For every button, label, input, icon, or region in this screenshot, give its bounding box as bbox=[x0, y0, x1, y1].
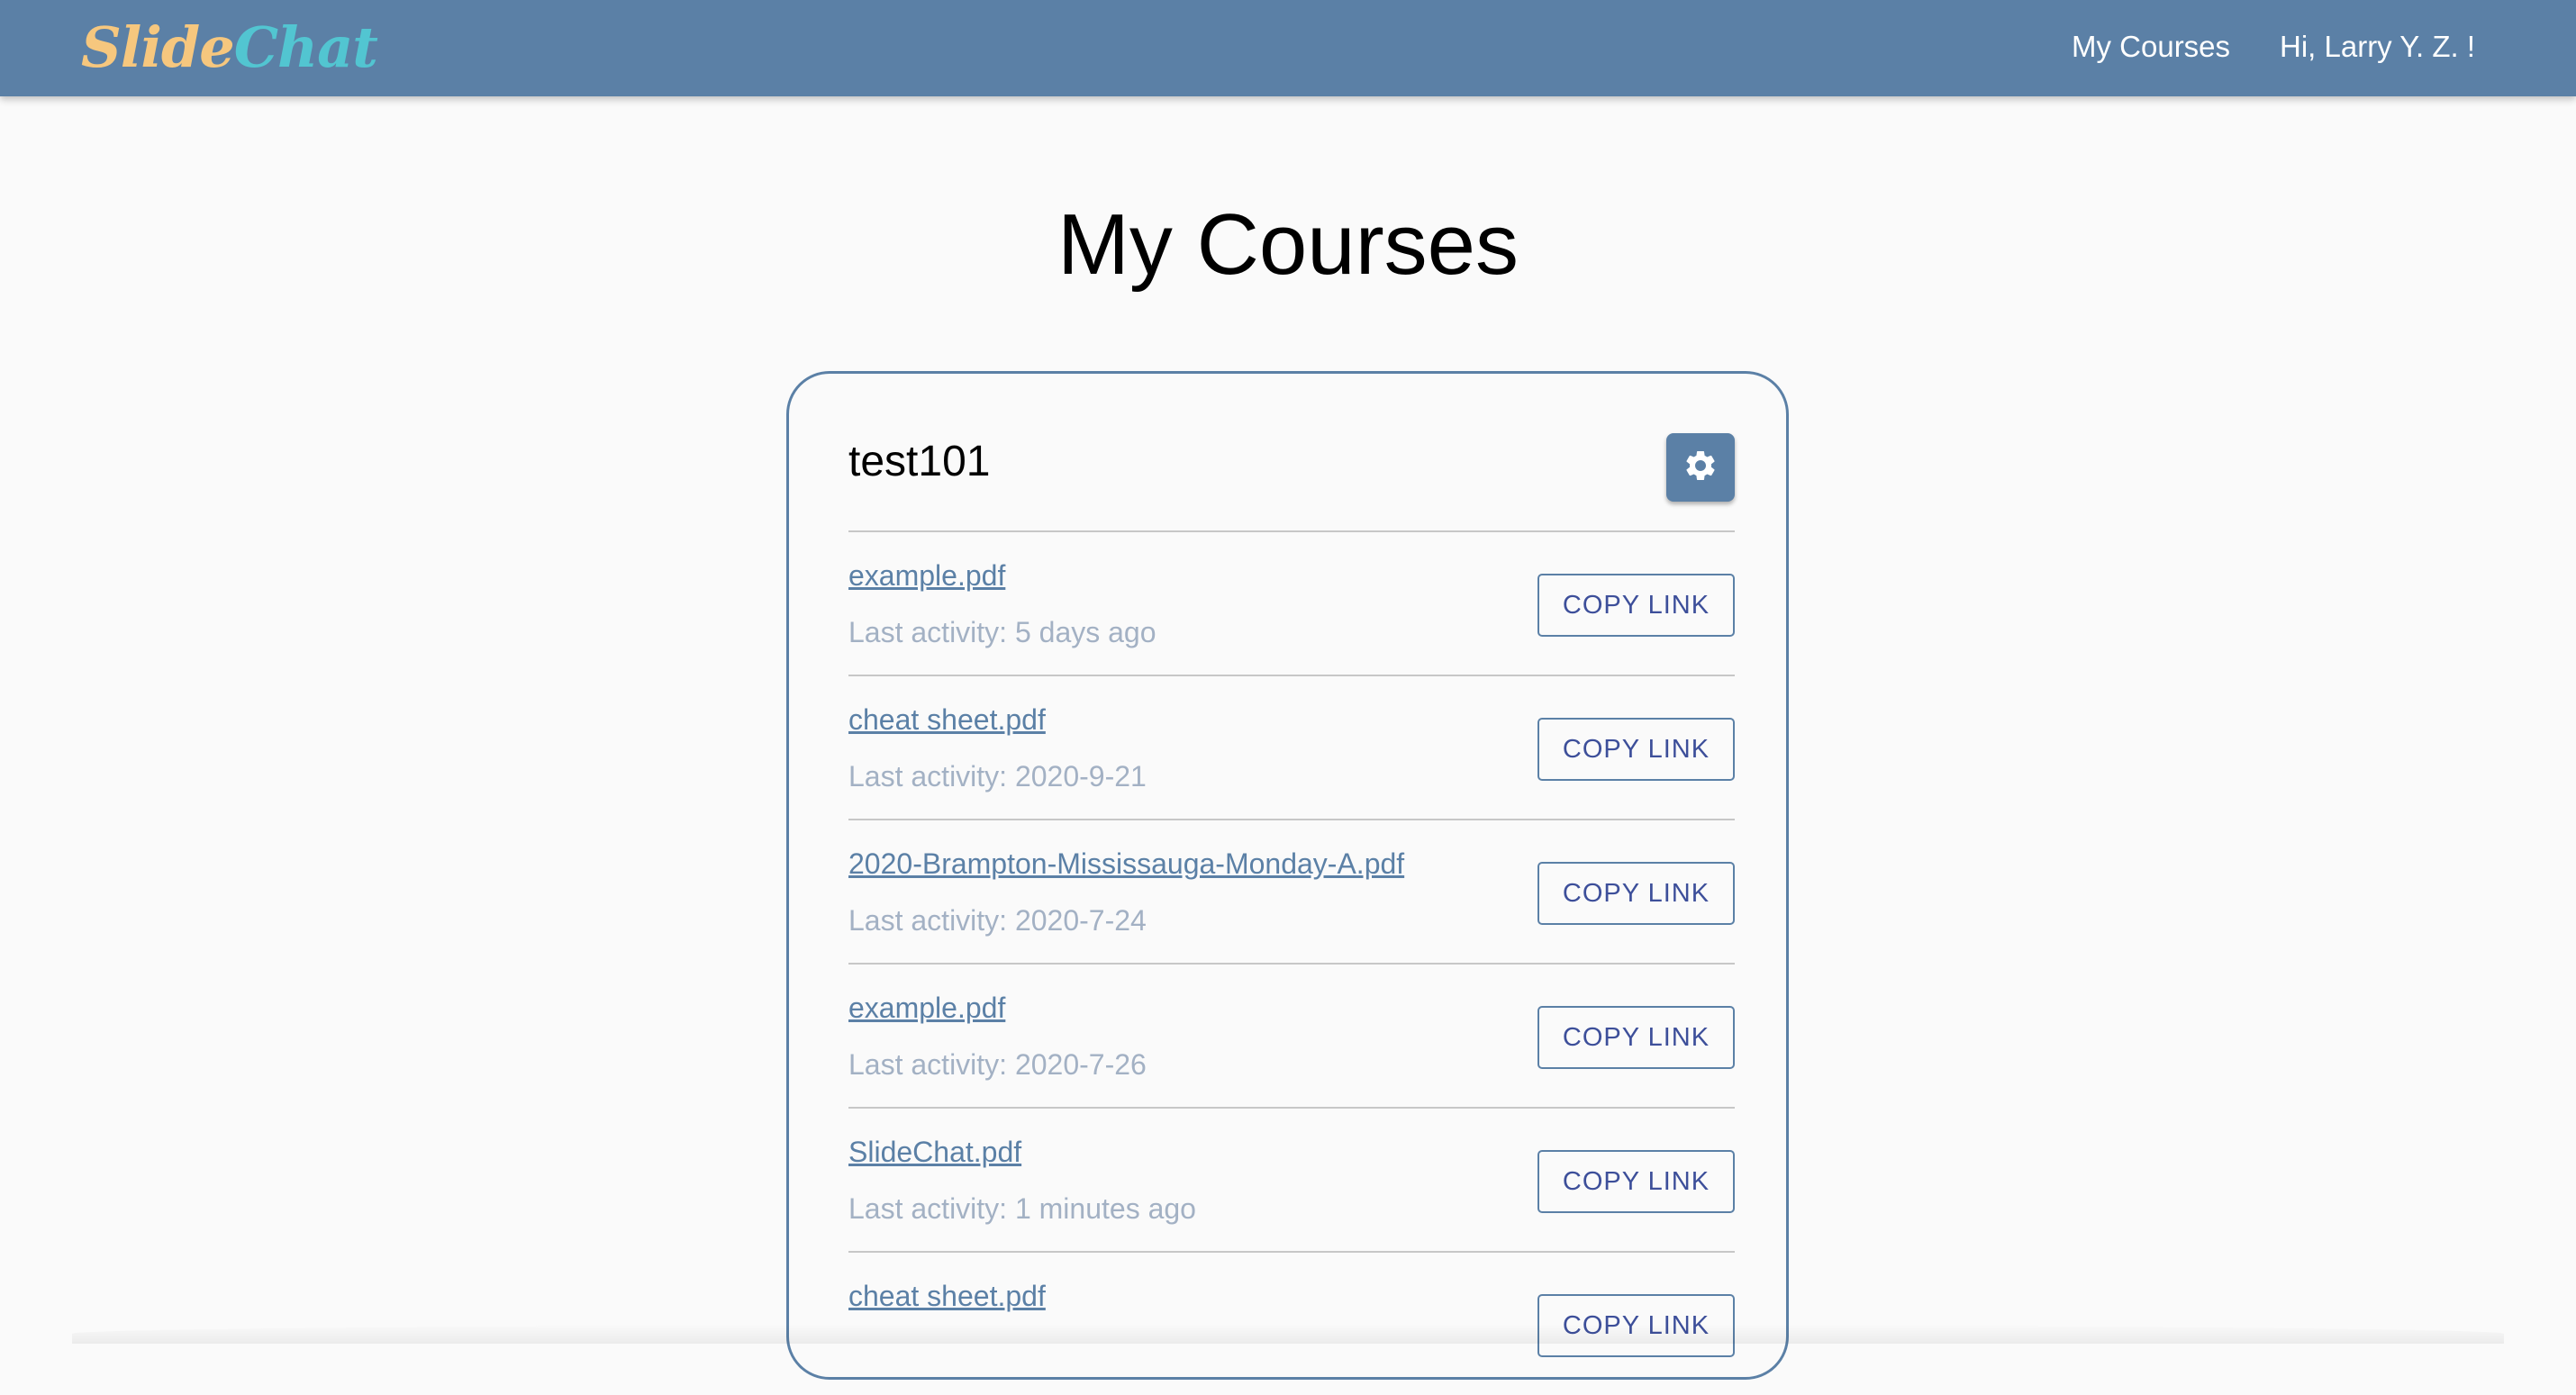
course-settings-button[interactable] bbox=[1666, 433, 1735, 502]
slidechat-logo[interactable]: SlideChat bbox=[81, 14, 378, 81]
file-link[interactable]: SlideChat.pdf bbox=[848, 1134, 1021, 1170]
list-item: 2020-Brampton-Mississauga-Monday-A.pdf L… bbox=[848, 819, 1735, 963]
list-item: SlideChat.pdf Last activity: 1 minutes a… bbox=[848, 1107, 1735, 1251]
file-link[interactable]: cheat sheet.pdf bbox=[848, 702, 1046, 738]
copy-link-button[interactable]: COPY LINK bbox=[1537, 862, 1735, 925]
file-list: example.pdf Last activity: 5 days ago CO… bbox=[848, 530, 1735, 1395]
page-title: My Courses bbox=[1057, 196, 1519, 293]
file-link[interactable]: example.pdf bbox=[848, 990, 1005, 1026]
logo-slide-text: Slide bbox=[81, 14, 235, 80]
logo-chat-text: Chat bbox=[233, 14, 378, 80]
nav-my-courses-link[interactable]: My Courses bbox=[2072, 27, 2230, 67]
list-item: cheat sheet.pdf Last activity: 2020-9-21… bbox=[848, 675, 1735, 819]
copy-link-button[interactable]: COPY LINK bbox=[1537, 1294, 1735, 1357]
last-activity: Last activity: 5 days ago bbox=[848, 616, 1156, 648]
last-activity: Last activity: 2020-7-26 bbox=[848, 1048, 1147, 1081]
copy-link-button[interactable]: COPY LINK bbox=[1537, 574, 1735, 637]
course-name: test101 bbox=[848, 438, 991, 485]
gear-icon bbox=[1683, 448, 1719, 488]
last-activity: Last activity: 1 minutes ago bbox=[848, 1192, 1196, 1225]
last-activity: Last activity: 2020-7-24 bbox=[848, 904, 1147, 937]
copy-link-button[interactable]: COPY LINK bbox=[1537, 1006, 1735, 1069]
copy-link-button[interactable]: COPY LINK bbox=[1537, 1150, 1735, 1213]
list-item: cheat sheet.pdf COPY LINK bbox=[848, 1251, 1735, 1395]
nav-user-greeting[interactable]: Hi, Larry Y. Z. ! bbox=[2280, 27, 2475, 67]
course-card: test101 example.pdf Last activity: 5 day… bbox=[786, 371, 1789, 1380]
last-activity: Last activity: 2020-9-21 bbox=[848, 760, 1147, 793]
top-navbar: SlideChat My Courses Hi, Larry Y. Z. ! bbox=[0, 0, 2576, 96]
list-item: example.pdf Last activity: 2020-7-26 COP… bbox=[848, 963, 1735, 1107]
copy-link-button[interactable]: COPY LINK bbox=[1537, 718, 1735, 781]
list-item: example.pdf Last activity: 5 days ago CO… bbox=[848, 530, 1735, 675]
file-link[interactable]: 2020-Brampton-Mississauga-Monday-A.pdf bbox=[848, 846, 1404, 882]
file-link[interactable]: cheat sheet.pdf bbox=[848, 1278, 1046, 1314]
file-link[interactable]: example.pdf bbox=[848, 557, 1005, 593]
